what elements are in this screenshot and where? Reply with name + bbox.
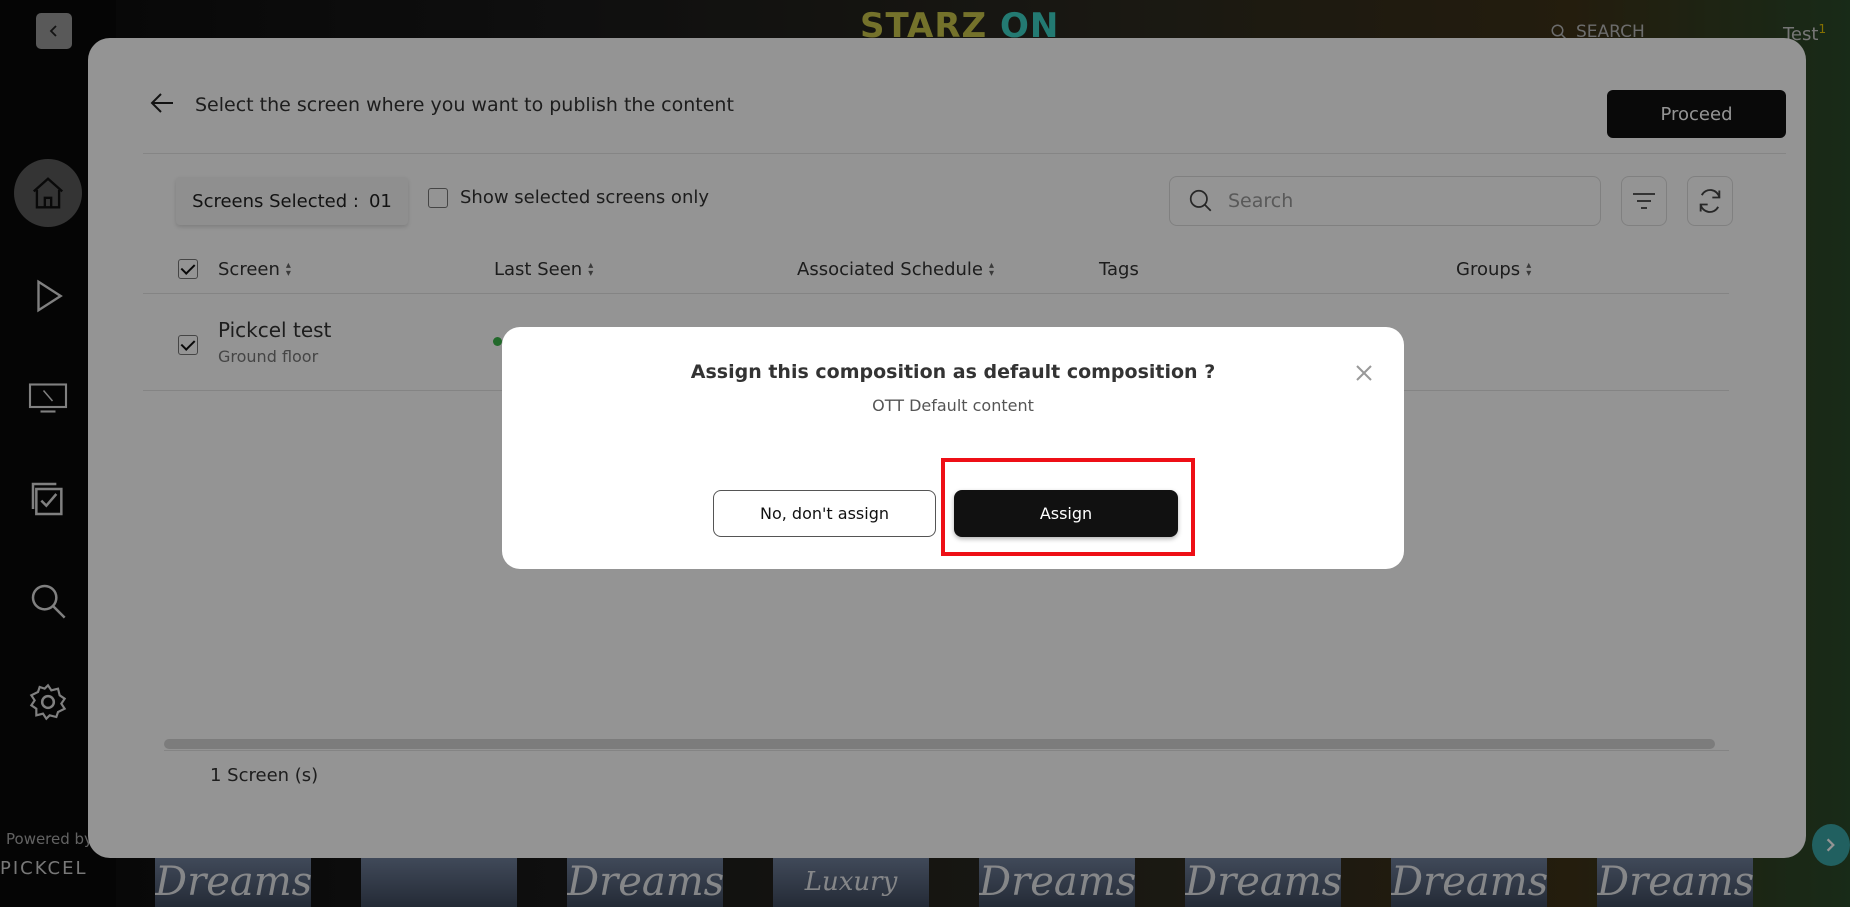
- dont-assign-button[interactable]: No, don't assign: [713, 490, 936, 537]
- close-icon: [1356, 365, 1372, 381]
- dialog-title: Assign this composition as default compo…: [690, 361, 1216, 383]
- highlight-box: [941, 458, 1195, 556]
- dialog-subtitle: OTT Default content: [872, 396, 1034, 415]
- close-button[interactable]: [1351, 360, 1377, 386]
